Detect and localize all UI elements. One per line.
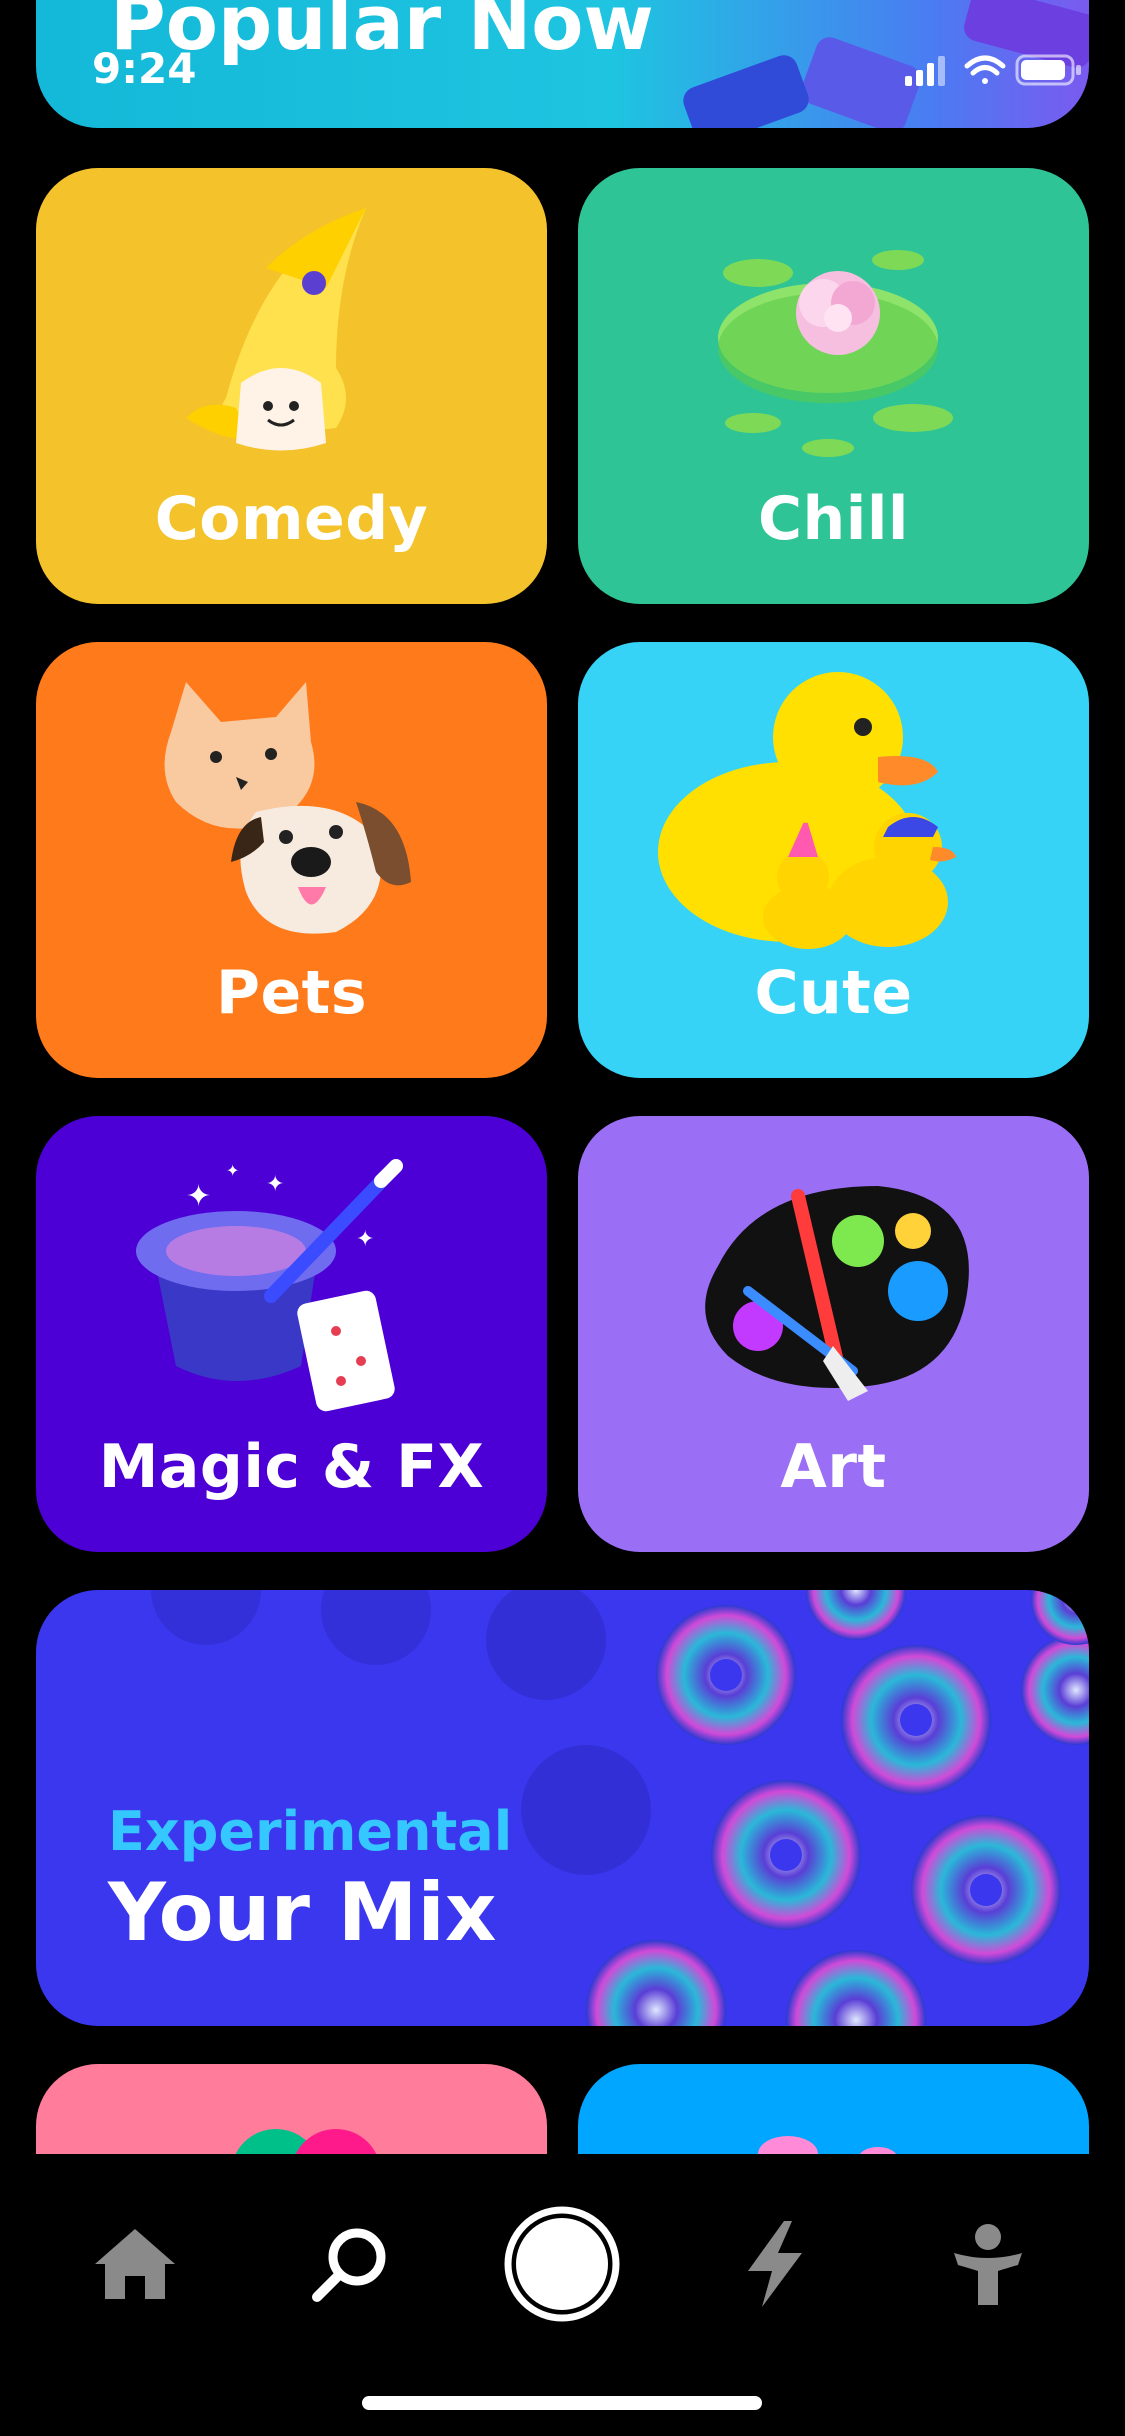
- status-icons: [905, 50, 1085, 94]
- svg-text:✦: ✦: [266, 1172, 284, 1197]
- search-icon[interactable]: [290, 2204, 410, 2324]
- tile-label: Art: [780, 1432, 887, 1502]
- tile-partial-left[interactable]: [36, 2064, 547, 2154]
- tile-label: Comedy: [154, 484, 429, 554]
- svg-text:✦: ✦: [356, 1227, 374, 1252]
- home-indicator[interactable]: [362, 2396, 762, 2410]
- wifi-icon: [964, 55, 1006, 84]
- mix-subtitle: Experimental: [108, 1800, 513, 1863]
- tile-comedy[interactable]: Comedy: [36, 168, 547, 604]
- bottom-nav: [0, 2154, 1125, 2436]
- tile-label: Pets: [215, 958, 368, 1028]
- mix-title: Your Mix: [108, 1866, 497, 1959]
- tile-cute[interactable]: Cute: [578, 642, 1089, 1078]
- signal-icon: [905, 56, 945, 86]
- battery-icon: [1015, 54, 1081, 86]
- tile-art[interactable]: Art: [578, 1116, 1089, 1552]
- tile-partial-right[interactable]: [578, 2064, 1089, 2154]
- partial-art: [758, 2136, 897, 2154]
- tile-pets[interactable]: Pets: [36, 642, 547, 1078]
- person-icon[interactable]: [928, 2204, 1048, 2324]
- tile-label: Cute: [754, 958, 913, 1028]
- lightning-icon[interactable]: [715, 2204, 835, 2324]
- home-icon[interactable]: [75, 2204, 195, 2324]
- tile-chill[interactable]: Chill: [578, 168, 1089, 604]
- tile-magic-fx[interactable]: ✦ ✦ ✦ ✦ Magic & FX: [36, 1116, 547, 1552]
- tile-your-mix[interactable]: Experimental Your Mix: [36, 1590, 1089, 2026]
- partial-art: [235, 2129, 377, 2154]
- tile-label: Chill: [758, 484, 909, 554]
- tile-label: Magic & FX: [98, 1432, 485, 1502]
- status-time: 9:24: [92, 44, 197, 93]
- svg-text:✦: ✦: [226, 1161, 239, 1180]
- svg-text:✦: ✦: [186, 1179, 211, 1214]
- capture-icon[interactable]: [502, 2204, 622, 2324]
